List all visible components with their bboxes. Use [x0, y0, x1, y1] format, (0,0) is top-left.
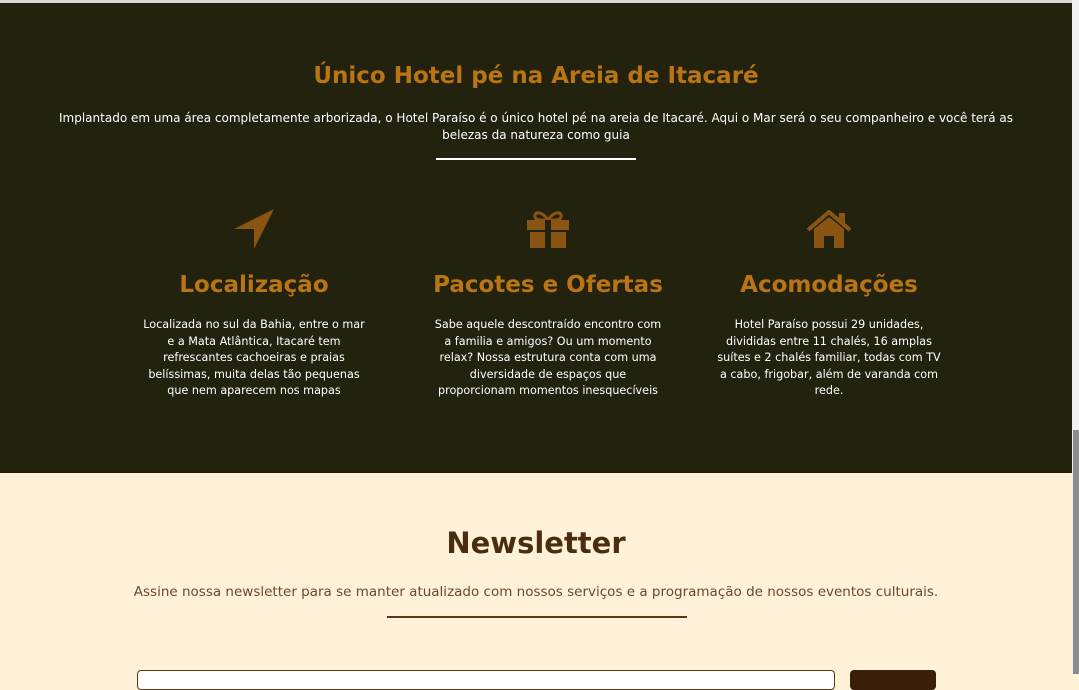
feature-title: Pacotes e Ofertas — [433, 272, 663, 298]
feature-title: Acomodações — [740, 272, 918, 298]
feature-localizacao: Localização Localizada no sul da Bahia, … — [139, 203, 369, 400]
feature-acomodacoes: Acomodações Hotel Paraíso possui 29 unid… — [714, 203, 944, 400]
about-divider — [436, 158, 636, 160]
home-icon — [714, 203, 944, 255]
about-description: Implantado em uma área completamente arb… — [59, 111, 1013, 142]
feature-text: Localizada no sul da Bahia, entre o mar … — [143, 318, 365, 397]
location-arrow-icon — [139, 203, 369, 255]
scrollbar-thumb[interactable] — [1073, 430, 1079, 674]
feature-text: Sabe aquele descontraído encontro com a … — [434, 318, 662, 397]
about-section: Único Hotel pé na Areia de Itacaré Impla… — [0, 3, 1072, 473]
gift-icon — [433, 203, 663, 255]
subscribe-button[interactable] — [850, 670, 936, 690]
feature-text: Hotel Paraíso possui 29 unidades, dividi… — [717, 318, 941, 397]
newsletter-divider — [387, 616, 687, 618]
feature-pacotes: Pacotes e Ofertas Sabe aquele descontraí… — [433, 203, 663, 400]
feature-title: Localização — [179, 272, 329, 298]
about-title: Único Hotel pé na Areia de Itacaré — [313, 63, 759, 89]
newsletter-description: Assine nossa newsletter para se manter a… — [133, 584, 939, 600]
email-input[interactable] — [137, 670, 835, 690]
newsletter-title: Newsletter — [446, 526, 626, 560]
